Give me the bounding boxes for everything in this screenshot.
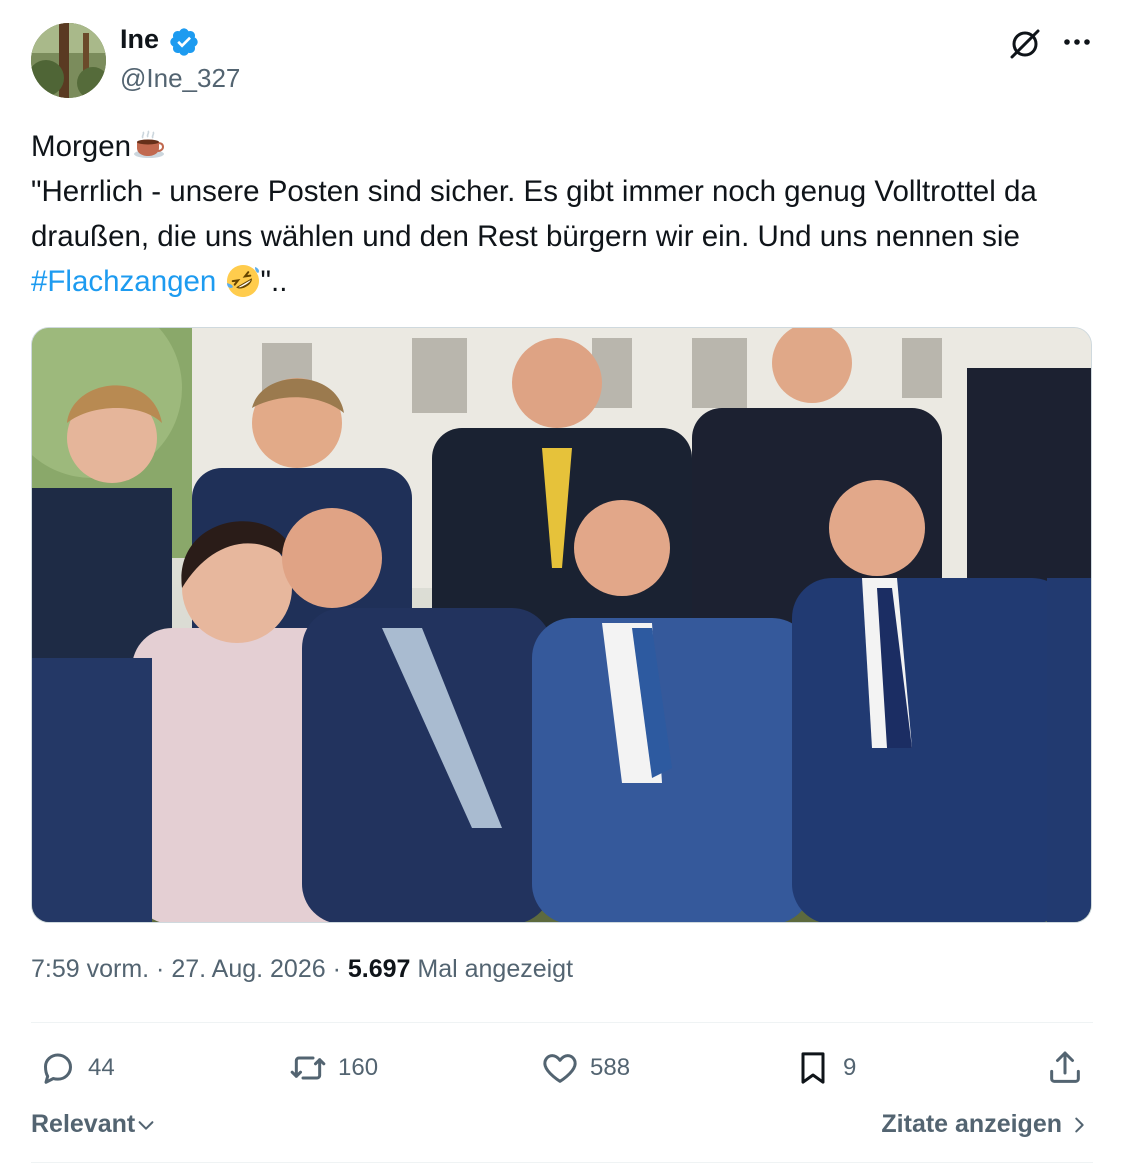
display-name[interactable]: Ine	[120, 24, 159, 55]
share-button[interactable]	[1045, 1040, 1085, 1096]
tweet-text-line1: Morgen	[31, 130, 132, 163]
share-icon	[1050, 1051, 1080, 1083]
sort-label: Relevant	[31, 1110, 136, 1138]
repost-count: 160	[338, 1054, 379, 1081]
heart-icon	[543, 1054, 577, 1083]
reply-icon	[44, 1053, 72, 1084]
view-quotes-link[interactable]: Zitate anzeigen	[881, 1110, 1090, 1139]
divider	[31, 1022, 1093, 1023]
coffee-icon	[134, 130, 165, 158]
tweet-meta: 7:59 vorm. · 27. Aug. 2026 · 5.697 Mal a…	[31, 955, 573, 984]
meta-separator: ·	[325, 955, 348, 983]
view-count: 5.697	[347, 955, 411, 983]
tweet-photo[interactable]	[31, 327, 1092, 923]
verified-badge-icon	[170, 28, 198, 56]
more-options-icon[interactable]	[1058, 24, 1098, 64]
bookmark-icon	[801, 1052, 825, 1084]
tweet-text: Morgen "Herrlich - unsere Posten sind si…	[31, 124, 1096, 304]
view-count-label: Mal angezeigt	[417, 955, 574, 983]
grok-icon[interactable]	[1005, 24, 1045, 64]
meta-separator: ·	[149, 955, 172, 983]
tweet-time[interactable]: 7:59 vorm.	[31, 955, 149, 983]
quotes-label: Zitate anzeigen	[881, 1110, 1062, 1138]
divider	[31, 1162, 1093, 1163]
rolling-on-floor-laughing-icon	[226, 265, 259, 297]
tweet-date[interactable]: 27. Aug. 2026	[171, 955, 325, 983]
repost-icon	[290, 1056, 326, 1080]
reply-count: 44	[88, 1054, 115, 1081]
bookmark-count: 9	[843, 1054, 857, 1081]
bookmark-button[interactable]: 9	[793, 1040, 856, 1096]
avatar[interactable]	[31, 23, 106, 98]
hashtag-link[interactable]: #Flachzangen	[31, 265, 216, 298]
tweet-text-suffix: "..	[260, 265, 288, 298]
repost-button[interactable]: 160	[288, 1040, 378, 1096]
reply-button[interactable]: 44	[38, 1040, 115, 1096]
like-count: 588	[590, 1054, 631, 1081]
sort-replies-button[interactable]: Relevant	[31, 1110, 157, 1139]
like-button[interactable]: 588	[540, 1040, 630, 1096]
chevron-down-icon	[138, 1120, 154, 1130]
user-handle[interactable]: @Ine_327	[120, 63, 240, 94]
tweet-text-body: "Herrlich - unsere Posten sind sicher. E…	[31, 175, 1037, 253]
chevron-right-icon	[1075, 1117, 1084, 1132]
